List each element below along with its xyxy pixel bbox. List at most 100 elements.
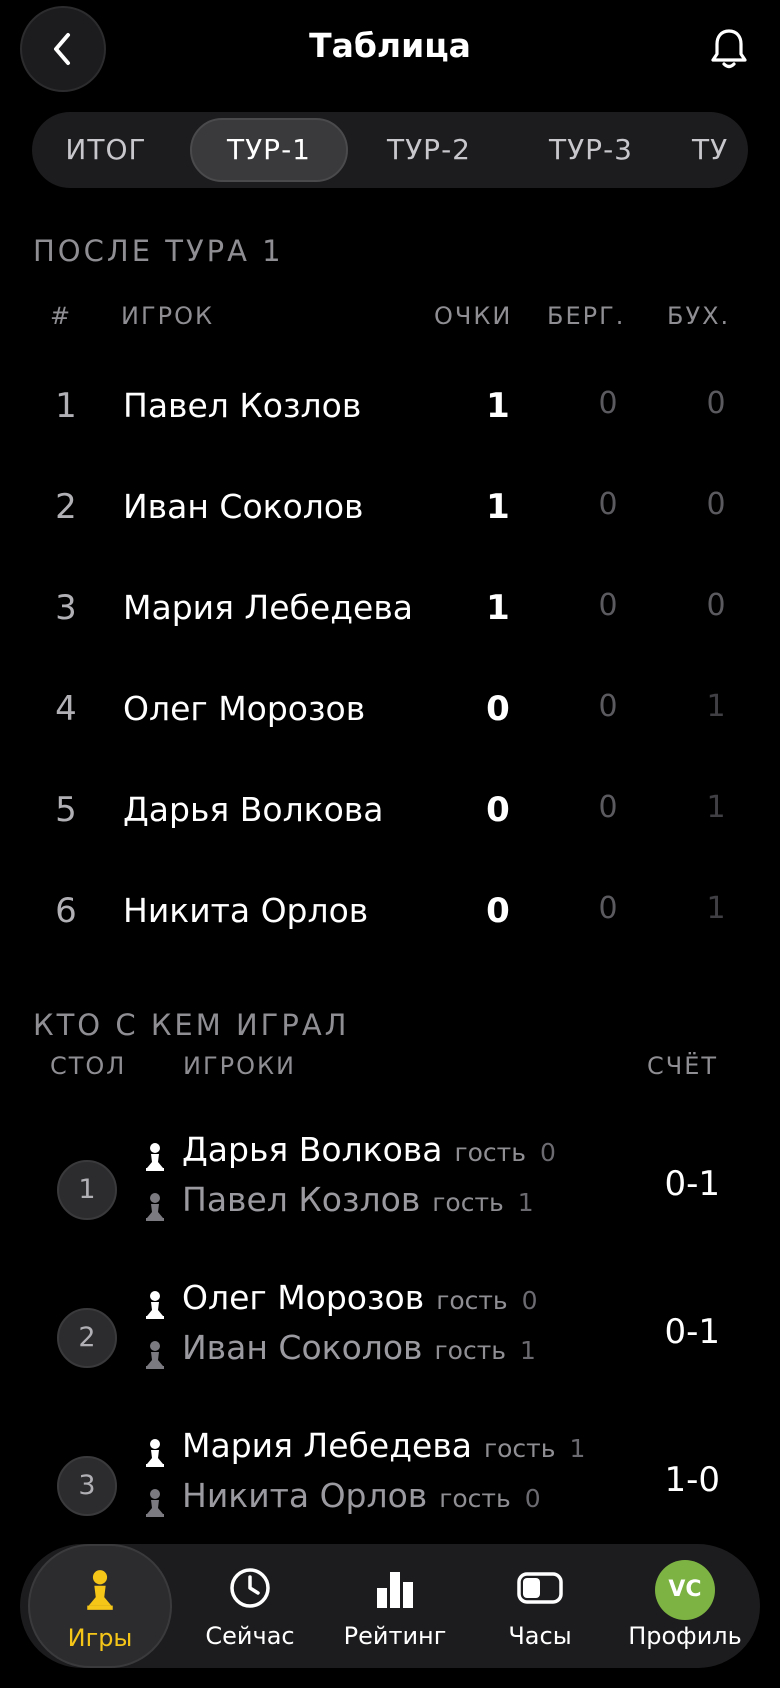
chess-clock-icon bbox=[517, 1572, 563, 1604]
table-number-badge: 3 bbox=[57, 1456, 117, 1516]
col-table: СТОЛ bbox=[50, 1052, 127, 1080]
col-players: ИГРОКИ bbox=[183, 1052, 296, 1080]
standings-heading: ПОСЛЕ ТУРА 1 bbox=[33, 234, 284, 268]
standings-row[interactable]: 6 Никита Орлов 0 0 1 bbox=[0, 863, 780, 963]
player-name: Павел Козлов bbox=[182, 1180, 421, 1219]
nav-rating[interactable]: Рейтинг bbox=[320, 1544, 470, 1668]
tab-round-4[interactable]: ТУ bbox=[692, 118, 748, 182]
player-name: Олег Морозов bbox=[123, 689, 366, 728]
bar-chart-icon bbox=[377, 1572, 413, 1608]
table-number-badge: 2 bbox=[57, 1308, 117, 1368]
bell-icon bbox=[711, 29, 747, 69]
header: Таблица bbox=[0, 0, 780, 104]
player-name: Дарья Волкова bbox=[123, 790, 384, 829]
player-name: Никита Орлов bbox=[182, 1476, 428, 1515]
points: 0 bbox=[486, 891, 510, 931]
col-points: ОЧКИ bbox=[434, 302, 513, 330]
page-title: Таблица bbox=[309, 26, 471, 65]
clock-icon bbox=[230, 1568, 270, 1608]
avatar: VC bbox=[655, 1560, 715, 1620]
white-pawn-icon bbox=[146, 1143, 164, 1171]
nav-clock[interactable]: Часы bbox=[470, 1544, 610, 1668]
player-score: 1 bbox=[520, 1336, 536, 1365]
standings-row[interactable]: 5 Дарья Волкова 0 0 1 bbox=[0, 762, 780, 862]
black-pawn-icon bbox=[146, 1193, 164, 1221]
standings-row[interactable]: 3 Мария Лебедева 1 0 0 bbox=[0, 560, 780, 660]
black-player: Павел Козлов гость 1 bbox=[182, 1180, 534, 1219]
berger: 0 bbox=[598, 487, 618, 522]
buchholz: 1 bbox=[706, 689, 726, 724]
berger: 0 bbox=[598, 386, 618, 421]
black-player: Никита Орлов гость 0 bbox=[182, 1476, 541, 1515]
pairing-row[interactable]: 1 Дарья Волкова гость 0 Павел Козлов гость 1… bbox=[0, 1130, 780, 1270]
nav-games[interactable]: Игры bbox=[28, 1544, 172, 1668]
rank: 1 bbox=[55, 386, 77, 426]
buchholz: 1 bbox=[706, 891, 726, 926]
standings-row[interactable]: 4 Олег Морозов 0 0 1 bbox=[0, 661, 780, 761]
tab-round-1[interactable]: ТУР-1 bbox=[190, 118, 348, 182]
player-name: Иван Соколов bbox=[182, 1328, 423, 1367]
player-score: 0 bbox=[524, 1484, 541, 1513]
points: 0 bbox=[486, 790, 510, 830]
tab-total[interactable]: ИТОГ bbox=[40, 118, 172, 182]
player-score: 0 bbox=[521, 1286, 538, 1315]
buchholz: 0 bbox=[706, 588, 726, 623]
tab-round-2[interactable]: ТУР-2 bbox=[354, 118, 504, 182]
game-result: 0-1 bbox=[664, 1312, 720, 1352]
nav-profile[interactable]: VC Профиль bbox=[610, 1544, 760, 1668]
tab-round-3[interactable]: ТУР-3 bbox=[516, 118, 666, 182]
pairings-heading: КТО С КЕМ ИГРАЛ bbox=[33, 1008, 350, 1042]
nav-label: Часы bbox=[508, 1622, 572, 1650]
player-name: Дарья Волкова bbox=[182, 1130, 443, 1169]
player-name: Павел Козлов bbox=[123, 386, 362, 425]
player-score: 0 bbox=[539, 1138, 556, 1167]
player-score: 1 bbox=[517, 1188, 534, 1217]
nav-label: Профиль bbox=[628, 1622, 742, 1650]
berger: 0 bbox=[598, 790, 618, 825]
col-player: ИГРОК bbox=[121, 302, 214, 330]
rank: 4 bbox=[55, 689, 77, 729]
points: 1 bbox=[486, 588, 510, 628]
white-pawn-icon bbox=[146, 1439, 164, 1467]
col-berger: БЕРГ. bbox=[547, 302, 626, 330]
game-result: 0-1 bbox=[664, 1164, 720, 1204]
rank: 3 bbox=[55, 588, 77, 628]
nav-now[interactable]: Сейчас bbox=[180, 1544, 320, 1668]
pairing-row[interactable]: 2 Олег Морозов гость 0 Иван Соколов гость 1 … bbox=[0, 1278, 780, 1418]
white-player: Олег Морозов гость 0 bbox=[182, 1278, 538, 1317]
notifications-button[interactable] bbox=[706, 26, 752, 72]
col-buchholz: БУХ. bbox=[667, 302, 731, 330]
player-name: Мария Лебедева bbox=[182, 1426, 472, 1465]
standings-row[interactable]: 1 Павел Козлов 1 0 0 bbox=[0, 358, 780, 458]
guest-tag: гость bbox=[454, 1138, 526, 1167]
game-result: 1-0 bbox=[664, 1460, 720, 1500]
rank: 2 bbox=[55, 487, 77, 527]
white-player: Дарья Волкова гость 0 bbox=[182, 1130, 556, 1169]
buchholz: 0 bbox=[706, 386, 726, 421]
col-rank: # bbox=[50, 302, 73, 330]
bottom-nav: Игры Сейчас Рейтинг Часы VC Профиль bbox=[20, 1544, 760, 1668]
points: 1 bbox=[486, 487, 510, 527]
black-pawn-icon bbox=[146, 1489, 164, 1517]
player-score: 1 bbox=[569, 1434, 586, 1463]
rank: 6 bbox=[55, 891, 77, 931]
white-pawn-icon bbox=[146, 1291, 164, 1319]
black-player: Иван Соколов гость 1 bbox=[182, 1328, 536, 1367]
nav-label: Рейтинг bbox=[343, 1622, 447, 1650]
player-name: Никита Орлов bbox=[123, 891, 369, 930]
berger: 0 bbox=[598, 891, 618, 926]
guest-tag: гость bbox=[439, 1484, 511, 1513]
round-tabs: ИТОГ ТУР-1 ТУР-2 ТУР-3 ТУ bbox=[32, 112, 748, 188]
nav-label: Игры bbox=[67, 1624, 133, 1652]
table-number-badge: 1 bbox=[57, 1160, 117, 1220]
guest-tag: гость bbox=[436, 1286, 508, 1315]
rank: 5 bbox=[55, 790, 77, 830]
player-name: Олег Морозов bbox=[182, 1278, 425, 1317]
pawn-icon bbox=[87, 1570, 113, 1610]
guest-tag: гость bbox=[484, 1434, 556, 1463]
standings-row[interactable]: 2 Иван Соколов 1 0 0 bbox=[0, 459, 780, 559]
points: 1 bbox=[486, 386, 510, 426]
buchholz: 0 bbox=[706, 487, 726, 522]
player-name: Мария Лебедева bbox=[123, 588, 413, 627]
black-pawn-icon bbox=[146, 1341, 164, 1369]
